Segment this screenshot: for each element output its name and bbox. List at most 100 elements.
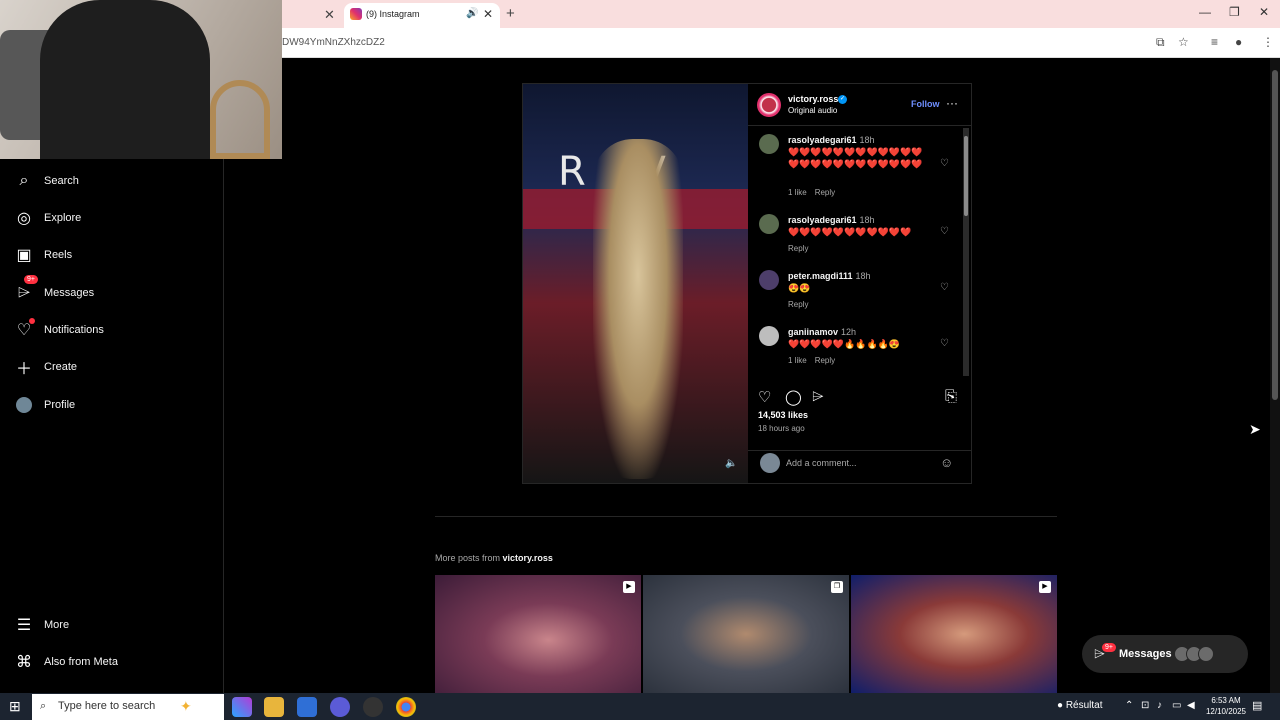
clock-date: 12/10/2025 [1205, 707, 1247, 716]
reply-button[interactable]: Reply [788, 244, 808, 253]
chrome-icon[interactable] [396, 697, 416, 717]
like-comment-icon[interactable]: ♡ [940, 338, 949, 349]
chevron-up-icon[interactable]: ⌃ [1125, 700, 1133, 711]
messages-badge: 9+ [24, 275, 38, 284]
comment-user[interactable]: peter.magdi111 [788, 271, 853, 281]
weather-widget[interactable]: ● Résultat [1057, 700, 1103, 711]
save-bookmark-icon[interactable]: ⎘ [945, 388, 957, 405]
comment-likes[interactable]: 1 like [788, 188, 807, 197]
app-icon[interactable] [363, 697, 383, 717]
comment-time: 18h [859, 135, 875, 145]
post-video[interactable]: R V 🔈 [523, 84, 748, 483]
copilot-icon[interactable] [232, 697, 252, 717]
sidebar-item-search[interactable]: ⌕ Search [14, 169, 79, 193]
address-bar[interactable] [282, 28, 1280, 58]
close-tab-icon[interactable]: ✕ [483, 7, 493, 21]
sidebar-item-messages[interactable]: ⌲ 9+ Messages [14, 275, 94, 305]
comment-likes[interactable]: 1 like [788, 356, 807, 365]
sidebar-item-notifications[interactable]: ♡ Notifications [14, 318, 104, 342]
reply-button[interactable]: Reply [815, 188, 835, 197]
url-text[interactable]: DW94YmNnZXhzcDZ2 [282, 37, 385, 48]
taskbar-clock[interactable]: 6:53 AM 12/10/2025 [1198, 695, 1254, 717]
comment-avatar[interactable] [759, 214, 779, 234]
messages-floating-button[interactable]: ⌲ 9+ Messages [1082, 635, 1248, 673]
share-icon[interactable]: ⌲ [812, 388, 824, 405]
mic-icon[interactable]: ♪ [1157, 700, 1162, 711]
network-icon[interactable]: ▭ [1172, 700, 1181, 711]
file-explorer-icon[interactable] [264, 697, 284, 717]
browser-tab-previous[interactable]: ✕ [282, 3, 344, 28]
comment-username[interactable]: rasolyadegari61 18h [788, 135, 875, 145]
onedrive-icon[interactable]: ⊡ [1141, 700, 1149, 711]
like-comment-icon[interactable]: ♡ [940, 282, 949, 293]
minimize-icon[interactable]: — [1199, 5, 1211, 19]
more-options-icon[interactable]: ··· [946, 96, 958, 110]
like-comment-icon[interactable]: ♡ [940, 158, 949, 169]
emoji-icon[interactable]: ☺ [940, 455, 953, 470]
more-posts-heading: More posts from victory.ross [435, 553, 553, 563]
comment-avatar[interactable] [759, 270, 779, 290]
author-avatar[interactable] [757, 93, 781, 117]
comment-input[interactable] [786, 456, 926, 470]
comment-username[interactable]: peter.magdi111 18h [788, 271, 871, 281]
reply-button[interactable]: Reply [788, 300, 808, 309]
comment-username[interactable]: rasolyadegari61 18h [788, 215, 875, 225]
sidebar-item-reels[interactable]: ▣ Reels [14, 243, 72, 267]
section-divider [435, 516, 1057, 517]
sidebar-item-explore[interactable]: ◎ Explore [14, 206, 81, 230]
profile-icon[interactable]: ● [1235, 35, 1242, 49]
likes-count[interactable]: 14,503 likes [758, 410, 808, 420]
like-comment-icon[interactable]: ♡ [940, 226, 949, 237]
more-post-thumbnail[interactable]: ▶ [435, 575, 641, 693]
sidebar-item-create[interactable]: ＋ Create [14, 355, 77, 379]
reel-icon: ▶ [623, 581, 635, 593]
video-dancer [593, 139, 683, 479]
taskbar-search-input[interactable] [58, 700, 178, 712]
sidebar-item-profile[interactable]: Profile [14, 393, 75, 417]
browser-tab-instagram[interactable]: (9) Instagram 🔊 ✕ [344, 3, 500, 28]
author-username[interactable]: victory.ross [788, 94, 838, 104]
like-icon[interactable]: ♡ [758, 388, 771, 406]
restore-icon[interactable]: ❐ [1229, 5, 1240, 19]
speaker-icon[interactable]: 🔊 [466, 8, 478, 19]
more-posts-author[interactable]: victory.ross [503, 553, 553, 563]
messages-label: Messages [1119, 648, 1172, 660]
comment-user[interactable]: rasolyadegari61 [788, 135, 857, 145]
app-icon[interactable] [330, 697, 350, 717]
comment-user[interactable]: rasolyadegari61 [788, 215, 857, 225]
kebab-menu-icon[interactable]: ⋮ [1262, 35, 1274, 49]
new-tab-button[interactable]: + [506, 5, 515, 22]
volume-icon[interactable]: ◀ [1187, 700, 1195, 711]
comment-text: ❤️❤️❤️❤️❤️❤️❤️❤️❤️❤️❤️ [788, 227, 912, 237]
comment-time: 12h [841, 327, 857, 337]
audio-label[interactable]: Original audio [788, 106, 837, 115]
follow-button[interactable]: Follow [911, 99, 940, 109]
comment-avatar[interactable] [759, 134, 779, 154]
sidebar-item-also-from-meta[interactable]: ⌘ Also from Meta [14, 650, 118, 674]
notification-center-icon[interactable]: ▤ [1252, 699, 1262, 712]
carousel-icon: ❐ [831, 581, 843, 593]
more-post-thumbnail[interactable]: ▶ [851, 575, 1057, 693]
windows-start-icon[interactable]: ⊞ [9, 698, 21, 715]
bookmark-star-icon[interactable]: ☆ [1178, 35, 1189, 49]
comments-scrollbar-thumb[interactable] [964, 136, 968, 216]
close-tab-icon[interactable]: ✕ [324, 7, 335, 23]
taskbar-search[interactable]: ⌕ ✦ [32, 694, 224, 720]
media-control-icon[interactable]: ≡ [1211, 35, 1218, 49]
close-window-icon[interactable]: ✕ [1259, 5, 1269, 19]
comment-avatar[interactable] [759, 326, 779, 346]
comment-time: 18h [855, 271, 871, 281]
comment-user[interactable]: ganiinamov [788, 327, 838, 337]
comment-icon[interactable]: ◯ [785, 388, 802, 406]
reel-icon: ▶ [1039, 581, 1051, 593]
plus-icon: ＋ [15, 361, 32, 378]
search-icon: ⌕ [19, 172, 29, 189]
sidebar-item-more[interactable]: ☰ More [14, 613, 69, 637]
reply-button[interactable]: Reply [815, 356, 835, 365]
more-post-thumbnail[interactable]: ❐ [643, 575, 849, 693]
install-app-icon[interactable]: ⧉ [1156, 35, 1165, 50]
store-icon[interactable] [297, 697, 317, 717]
page-scrollbar-thumb[interactable] [1272, 70, 1278, 400]
comment-username[interactable]: ganiinamov 12h [788, 327, 856, 337]
volume-icon[interactable]: 🔈 [725, 458, 737, 469]
